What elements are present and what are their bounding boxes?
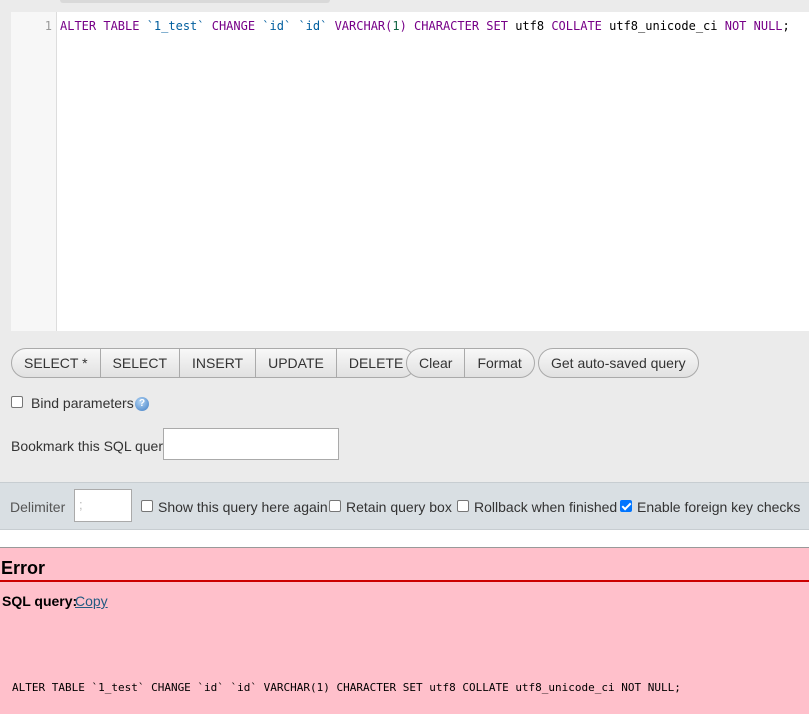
- code-token: NOT NULL: [724, 19, 783, 33]
- error-title: Error: [1, 558, 46, 578]
- select-button[interactable]: SELECT: [101, 349, 181, 377]
- bind-parameters-label: Bind parameters: [31, 395, 134, 411]
- retain-query-box-checkbox[interactable]: [329, 500, 341, 512]
- show-query-again-label: Show this query here again: [158, 499, 328, 515]
- delimiter-label: Delimiter: [10, 499, 66, 515]
- update-button[interactable]: UPDATE: [256, 349, 337, 377]
- autosave-button-group: Get auto-saved query: [538, 348, 699, 378]
- clear-button[interactable]: Clear: [407, 349, 466, 377]
- copy-link[interactable]: Copy: [75, 593, 108, 609]
- code-token: utf8: [515, 19, 552, 33]
- line-number-gutter: 1: [11, 12, 57, 331]
- retain-query-box-label: Retain query box: [346, 499, 452, 515]
- code-token: `1_test`: [146, 19, 205, 33]
- code-token: ) CHARACTER SET: [399, 19, 516, 33]
- separator: [0, 530, 809, 547]
- delete-button[interactable]: DELETE: [337, 349, 415, 377]
- code-token: utf8_unicode_ci: [609, 19, 725, 33]
- show-query-again-checkbox[interactable]: [141, 500, 153, 512]
- bookmark-label: Bookmark this SQL query:: [11, 438, 174, 454]
- select-star-button[interactable]: SELECT *: [12, 349, 101, 377]
- editor-top-shadow: [60, 0, 330, 3]
- code-token: `id`: [298, 19, 328, 33]
- format-button[interactable]: Format: [465, 349, 533, 377]
- foreign-key-checks-label: Enable foreign key checks: [637, 499, 801, 515]
- bind-parameters-checkbox[interactable]: [11, 396, 23, 408]
- sql-code-line[interactable]: ALTER TABLE `1_test` CHANGE `id` `id` VA…: [60, 19, 790, 33]
- query-template-buttons: SELECT * SELECT INSERT UPDATE DELETE: [11, 348, 417, 378]
- rollback-label: Rollback when finished: [474, 499, 618, 515]
- rollback-checkbox[interactable]: [457, 500, 469, 512]
- error-divider: [0, 580, 809, 582]
- delimiter-input[interactable]: ;: [74, 489, 132, 522]
- insert-button[interactable]: INSERT: [180, 349, 257, 377]
- error-message-box: Error SQL query: Copy ALTER TABLE `1_tes…: [0, 547, 809, 714]
- code-token: ;: [782, 19, 790, 33]
- code-token: COLLATE: [551, 19, 610, 33]
- get-autosaved-query-button[interactable]: Get auto-saved query: [539, 349, 698, 377]
- help-icon[interactable]: ?: [135, 397, 149, 411]
- foreign-key-checks-checkbox[interactable]: [620, 500, 632, 512]
- code-token: `id`: [262, 19, 292, 33]
- bookmark-input[interactable]: [163, 428, 339, 460]
- code-token: 1: [392, 19, 400, 33]
- sql-editor[interactable]: 1 ALTER TABLE `1_test` CHANGE `id` `id` …: [11, 12, 809, 331]
- line-number: 1: [44, 19, 52, 33]
- sql-query-label: SQL query:: [2, 593, 78, 609]
- code-token: ALTER TABLE: [60, 19, 147, 33]
- code-token: CHANGE: [204, 19, 263, 33]
- code-token: VARCHAR(: [327, 19, 393, 33]
- error-query-text: ALTER TABLE `1_test` CHANGE `id` `id` VA…: [12, 681, 681, 694]
- editor-action-buttons: Clear Format: [406, 348, 535, 378]
